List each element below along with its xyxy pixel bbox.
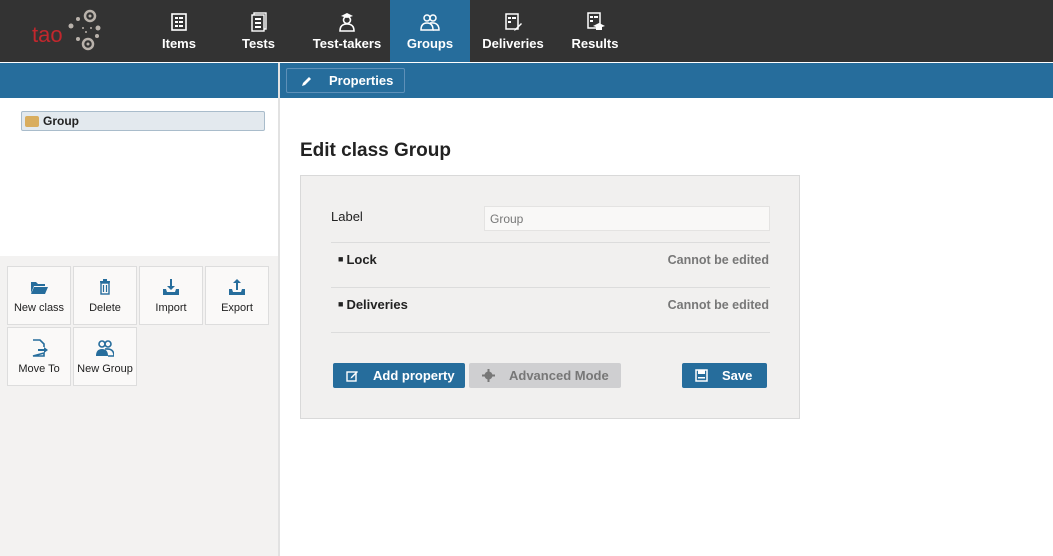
edit-class-form: Label ■Lock Cannot be edited ■Deliveries… [300, 175, 800, 419]
import-label: Import [155, 302, 186, 314]
panel-divider[interactable] [278, 63, 280, 556]
property-name: Deliveries [346, 297, 407, 312]
trash-icon [96, 278, 114, 296]
tao-logo[interactable]: tao [28, 6, 108, 56]
label-field-label: Label [331, 209, 363, 224]
export-button[interactable]: Export [205, 266, 269, 325]
new-class-button[interactable]: New class [7, 266, 71, 325]
tests-icon [249, 12, 269, 32]
new-group-icon [96, 339, 114, 357]
nav-groups[interactable]: Groups [390, 0, 470, 62]
top-navigation-bar: tao Items Tests Test-takers Groups [0, 0, 1053, 62]
nav-deliveries[interactable]: Deliveries [470, 0, 556, 62]
import-icon [162, 278, 180, 296]
property-name: Lock [346, 252, 376, 267]
save-label: Save [722, 368, 752, 383]
groups-icon [420, 12, 440, 32]
items-icon [169, 12, 189, 32]
nav-groups-label: Groups [407, 36, 453, 51]
label-input[interactable] [484, 206, 770, 231]
gear-icon [482, 369, 495, 382]
advanced-mode-label: Advanced Mode [509, 368, 609, 383]
bullet-icon: ■ [338, 254, 343, 264]
divider [331, 242, 770, 243]
test-takers-icon [337, 12, 357, 32]
property-deliveries: ■Deliveries [338, 297, 408, 312]
tree-node-group[interactable]: Group [21, 111, 265, 131]
folder-open-icon [30, 278, 48, 296]
deliveries-icon [503, 12, 523, 32]
divider [331, 287, 770, 288]
divider [331, 332, 770, 333]
folder-icon [25, 116, 39, 127]
nav-results[interactable]: Results [556, 0, 634, 62]
save-button[interactable]: Save [682, 363, 767, 388]
nav-test-takers[interactable]: Test-takers [304, 0, 390, 62]
nav-tests-label: Tests [242, 36, 275, 51]
add-property-label: Add property [373, 368, 455, 383]
import-button[interactable]: Import [139, 266, 203, 325]
export-label: Export [221, 302, 253, 314]
advanced-mode-button[interactable]: Advanced Mode [469, 363, 621, 388]
move-to-label: Move To [18, 363, 59, 375]
tree-node-label: Group [43, 114, 79, 128]
property-status: Cannot be edited [668, 253, 769, 267]
nav-deliveries-label: Deliveries [482, 36, 543, 51]
new-group-button[interactable]: New Group [73, 327, 137, 386]
main-nav: Items Tests Test-takers Groups Deliverie… [145, 0, 634, 62]
nav-test-takers-label: Test-takers [313, 36, 381, 51]
results-icon [585, 12, 605, 32]
edit-icon [346, 369, 359, 382]
move-to-icon [30, 339, 48, 357]
action-bar [0, 63, 1053, 98]
delete-label: Delete [89, 302, 121, 314]
delete-button[interactable]: Delete [73, 266, 137, 325]
bullet-icon: ■ [338, 299, 343, 309]
export-icon [228, 278, 246, 296]
property-status: Cannot be edited [668, 298, 769, 312]
tab-properties[interactable]: Properties [286, 68, 405, 93]
nav-items-label: Items [162, 36, 196, 51]
page-title: Edit class Group [300, 140, 451, 162]
add-property-button[interactable]: Add property [333, 363, 465, 388]
nav-results-label: Results [572, 36, 619, 51]
nav-tests[interactable]: Tests [213, 0, 304, 62]
pencil-icon [301, 75, 313, 87]
new-class-label: New class [14, 302, 64, 314]
new-group-label: New Group [77, 363, 133, 375]
nav-items[interactable]: Items [145, 0, 213, 62]
property-lock: ■Lock [338, 252, 377, 267]
floppy-disk-icon [695, 369, 708, 382]
move-to-button[interactable]: Move To [7, 327, 71, 386]
logo-text: tao [32, 22, 63, 47]
tab-properties-label: Properties [329, 73, 393, 88]
